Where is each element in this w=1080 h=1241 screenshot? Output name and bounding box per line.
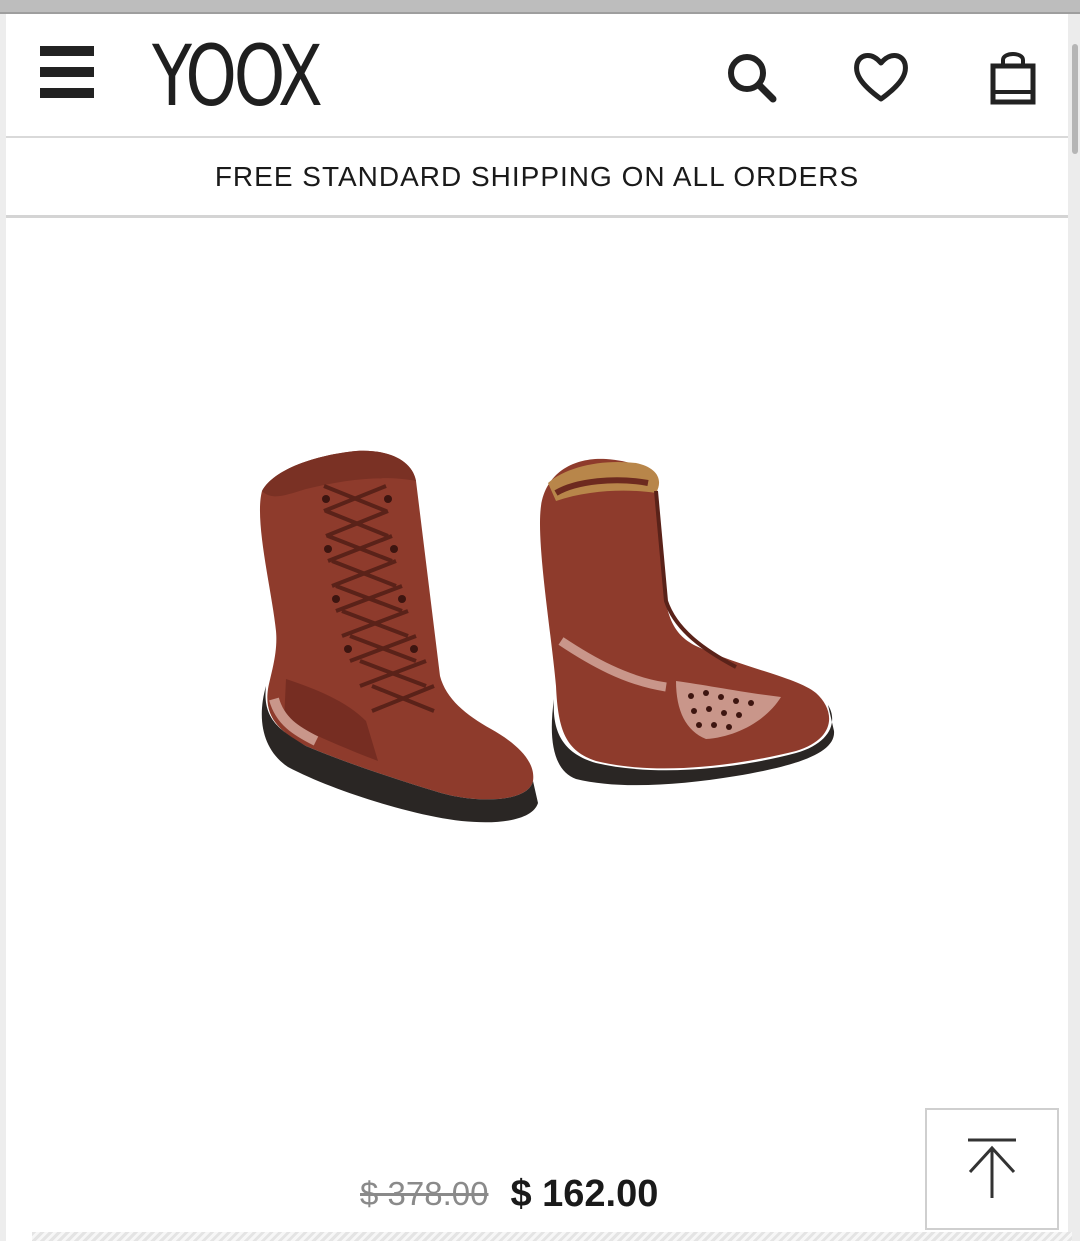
free-shipping-banner: FREE STANDARD SHIPPING ON ALL ORDERS: [6, 138, 1068, 218]
yoox-logo[interactable]: YOOX: [152, 34, 323, 118]
original-price: $ 378.00: [360, 1175, 489, 1212]
free-shipping-text: FREE STANDARD SHIPPING ON ALL ORDERS: [214, 160, 860, 192]
site-header: YOOX: [6, 16, 1068, 138]
hamburger-menu-icon[interactable]: [40, 46, 98, 104]
bottom-divider: [32, 1232, 1072, 1241]
shopping-bag-icon[interactable]: [982, 46, 1044, 108]
sale-price: $ 162.00: [510, 1172, 659, 1215]
scrollbar-track[interactable]: [1068, 14, 1080, 1241]
product-image[interactable]: [236, 431, 856, 841]
heart-icon[interactable]: [850, 46, 912, 108]
browser-top-bar: [0, 0, 1080, 14]
back-to-top-button[interactable]: [925, 1108, 1059, 1230]
right-boot: [539, 458, 835, 786]
search-icon[interactable]: [720, 46, 782, 108]
price-row: $ 378.00 $ 162.00: [360, 1170, 658, 1218]
left-boot: [259, 450, 538, 823]
product-area: [6, 221, 1068, 1231]
arrow-up-to-top-icon: [968, 1138, 1016, 1198]
scrollbar-thumb[interactable]: [1072, 44, 1078, 154]
